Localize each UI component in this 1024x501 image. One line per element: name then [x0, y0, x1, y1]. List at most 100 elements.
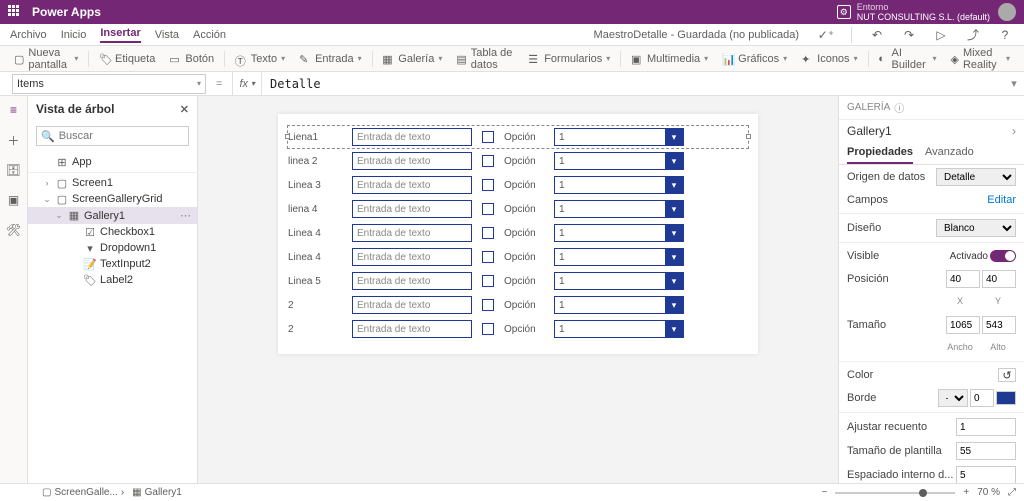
menu-archivo[interactable]: Archivo [10, 29, 47, 41]
ribbon-etiqueta[interactable]: 🏷Etiqueta [95, 51, 159, 67]
chevron-down-icon[interactable]: ▾ [665, 177, 683, 193]
row-dropdown[interactable]: 1▾ [554, 200, 684, 218]
menu-inicio[interactable]: Inicio [61, 29, 87, 41]
property-selector[interactable]: Items▾ [12, 74, 206, 94]
rail-advanced-icon[interactable]: 🛠 [6, 222, 22, 238]
gallery-row[interactable]: 2Entrada de textoOpción1▾ [288, 294, 748, 316]
rail-insert-icon[interactable]: ＋ [6, 132, 22, 148]
prop-template-padding[interactable] [956, 466, 1016, 483]
canvas-screen[interactable]: Liena1Entrada de textoOpción1▾linea 2Ent… [278, 114, 758, 354]
breadcrumb-screen[interactable]: ▢ScreenGalle...› [42, 487, 124, 498]
ribbon-nueva-pantalla[interactable]: ▢Nueva pantalla▾ [10, 45, 82, 73]
row-checkbox[interactable] [482, 203, 494, 215]
zoom-out-icon[interactable]: − [822, 487, 828, 498]
gallery-row[interactable]: Liena1Entrada de textoOpción1▾ [288, 126, 748, 148]
formula-input[interactable]: Detalle [262, 77, 1004, 91]
prop-datasource[interactable]: Detalle [936, 168, 1016, 186]
gallery-row[interactable]: Linea 4Entrada de textoOpción1▾ [288, 246, 748, 268]
help-icon[interactable]: ? [996, 26, 1014, 44]
ribbon-texto[interactable]: ⓉTexto▾ [231, 51, 289, 67]
preview-icon[interactable]: ▷ [932, 26, 950, 44]
row-dropdown[interactable]: 1▾ [554, 176, 684, 194]
menu-insertar[interactable]: Insertar [100, 27, 140, 43]
tree-node-screen-gallery[interactable]: ⌄▢ScreenGalleryGrid [28, 191, 197, 207]
formula-expand-icon[interactable]: ▾ [1004, 77, 1024, 90]
row-text-input[interactable]: Entrada de texto [352, 296, 472, 314]
tree-node-app[interactable]: ⊞App [28, 154, 197, 170]
zoom-in-icon[interactable]: + [963, 487, 969, 498]
chevron-down-icon[interactable]: ▾ [665, 201, 683, 217]
row-dropdown[interactable]: 1▾ [554, 296, 684, 314]
rail-media-icon[interactable]: ▣ [6, 192, 22, 208]
tree-node-screen1[interactable]: ›▢Screen1 [28, 175, 197, 191]
ribbon-graficos[interactable]: 📊Gráficos▾ [718, 51, 791, 67]
share-icon[interactable]: ⤴ [964, 26, 982, 44]
gallery-row[interactable]: linea 2Entrada de textoOpción1▾ [288, 150, 748, 172]
rail-tree-view-icon[interactable]: ≡ [6, 102, 22, 118]
chevron-down-icon[interactable]: ▾ [665, 225, 683, 241]
tab-propiedades[interactable]: Propiedades [847, 142, 913, 164]
menu-accion[interactable]: Acción [193, 29, 226, 41]
ribbon-tabla-datos[interactable]: ▤Tabla de datos [452, 45, 518, 73]
row-checkbox[interactable] [482, 323, 494, 335]
ribbon-ai-builder[interactable]: ◐AI Builder▾ [874, 45, 940, 73]
zoom-slider[interactable] [835, 492, 955, 494]
ribbon-multimedia[interactable]: ▣Multimedia▾ [627, 51, 712, 67]
chevron-down-icon[interactable]: ▾ [665, 297, 683, 313]
prop-size-h[interactable] [982, 316, 1016, 334]
environment-icon[interactable]: ⚙ [837, 5, 851, 19]
row-dropdown[interactable]: 1▾ [554, 128, 684, 146]
tree-node-textinput2[interactable]: 📝TextInput2 [28, 256, 197, 272]
row-text-input[interactable]: Entrada de texto [352, 224, 472, 242]
gallery-row[interactable]: Linea 3Entrada de textoOpción1▾ [288, 174, 748, 196]
row-checkbox[interactable] [482, 275, 494, 287]
ribbon-mixed-reality[interactable]: ◈Mixed Reality▾ [947, 45, 1014, 73]
prop-layout[interactable]: Blanco [936, 219, 1016, 237]
row-checkbox[interactable] [482, 227, 494, 239]
chevron-down-icon[interactable]: ▾ [665, 273, 683, 289]
row-checkbox[interactable] [482, 131, 494, 143]
prop-border-color[interactable] [996, 391, 1016, 405]
row-text-input[interactable]: Entrada de texto [352, 320, 472, 338]
ribbon-galeria[interactable]: ▦Galería▾ [378, 51, 446, 67]
gallery-row[interactable]: Linea 5Entrada de textoOpción1▾ [288, 270, 748, 292]
row-text-input[interactable]: Entrada de texto [352, 272, 472, 290]
gallery-row[interactable]: Linea 4Entrada de textoOpción1▾ [288, 222, 748, 244]
row-dropdown[interactable]: 1▾ [554, 320, 684, 338]
row-dropdown[interactable]: 1▾ [554, 152, 684, 170]
prop-color-reset[interactable]: ↺ [998, 368, 1016, 382]
prop-template-size[interactable] [956, 442, 1016, 460]
prop-pos-y[interactable] [982, 270, 1016, 288]
chevron-down-icon[interactable]: ▾ [665, 153, 683, 169]
ribbon-boton[interactable]: ▭Botón [165, 51, 218, 67]
row-text-input[interactable]: Entrada de texto [352, 248, 472, 266]
environment-picker[interactable]: Entorno NUT CONSULTING S.L. (default) [857, 2, 990, 22]
rail-data-icon[interactable]: 🗄 [6, 162, 22, 178]
ribbon-entrada[interactable]: ✎Entrada▾ [295, 51, 366, 67]
row-checkbox[interactable] [482, 179, 494, 191]
tree-node-checkbox1[interactable]: ☑Checkbox1 [28, 224, 197, 240]
zoom-fit-icon[interactable]: ⤢ [1008, 487, 1016, 498]
row-checkbox[interactable] [482, 299, 494, 311]
menu-vista[interactable]: Vista [155, 29, 179, 41]
chevron-down-icon[interactable]: ▾ [665, 321, 683, 337]
app-checker-icon[interactable]: ✓⁺ [817, 26, 835, 44]
row-dropdown[interactable]: 1▾ [554, 248, 684, 266]
chevron-down-icon[interactable]: ▾ [665, 249, 683, 265]
gallery1-control[interactable]: Liena1Entrada de textoOpción1▾linea 2Ent… [288, 126, 748, 340]
row-text-input[interactable]: Entrada de texto [352, 152, 472, 170]
row-dropdown[interactable]: 1▾ [554, 272, 684, 290]
user-avatar[interactable] [998, 3, 1016, 21]
prop-wrap-count[interactable] [956, 418, 1016, 436]
redo-icon[interactable]: ↷ [900, 26, 918, 44]
tree-search-input[interactable] [59, 130, 184, 142]
row-checkbox[interactable] [482, 251, 494, 263]
gallery-row[interactable]: 2Entrada de textoOpción1▾ [288, 318, 748, 340]
canvas-area[interactable]: Liena1Entrada de textoOpción1▾linea 2Ent… [198, 96, 838, 483]
row-dropdown[interactable]: 1▾ [554, 224, 684, 242]
tab-avanzado[interactable]: Avanzado [925, 142, 974, 164]
chevron-down-icon[interactable]: ▾ [665, 129, 683, 145]
prop-fields-edit[interactable]: Editar [987, 194, 1016, 206]
prop-visible-toggle[interactable] [990, 250, 1016, 262]
prop-border-style[interactable]: — [938, 389, 968, 407]
